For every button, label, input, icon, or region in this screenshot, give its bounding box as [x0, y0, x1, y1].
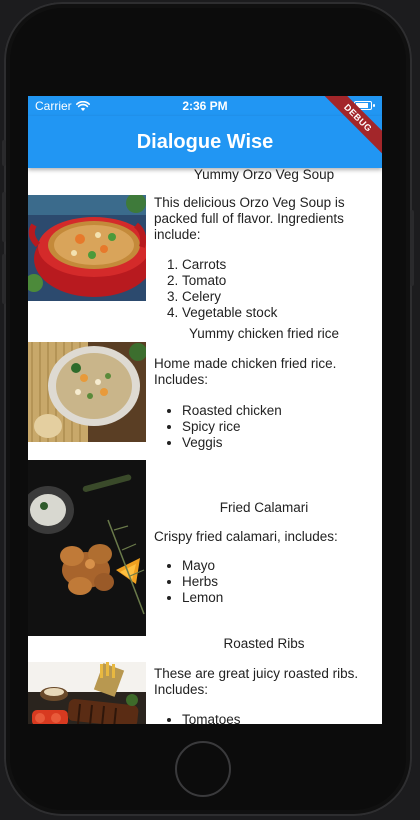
home-button[interactable]: [175, 741, 231, 797]
recipe-description: Crispy fried calamari, includes:: [154, 529, 338, 544]
chicken-fried-rice-image: [28, 342, 146, 442]
ingredient-item: Herbs: [182, 574, 223, 590]
recipe-list[interactable]: Yummy Orzo Veg Soup This delicious Orzo …: [28, 168, 382, 724]
fried-calamari-image: [28, 460, 146, 636]
recipe-description: Home made chicken fried rice. Includes:: [154, 356, 337, 387]
recipe-item-orzo-soup[interactable]: Yummy Orzo Veg Soup This delicious Orzo …: [28, 168, 382, 326]
recipe-description: These are great juicy roasted ribs. Incl…: [154, 666, 359, 697]
app-screen: Carrier 2:36 PM Dialogue Wise DEBUG Yumm…: [28, 96, 382, 724]
recipe-item-chicken-fried-rice[interactable]: Yummy chicken fried rice Home made chick…: [28, 326, 382, 456]
ingredient-item: Vegetable stock: [182, 305, 277, 321]
volume-up-button: [2, 192, 6, 242]
ingredient-item: Tomato: [182, 273, 277, 289]
roasted-ribs-image: [28, 662, 146, 724]
ingredient-item: Mayo: [182, 558, 223, 574]
recipe-title: Roasted Ribs: [223, 636, 305, 651]
ingredient-item: Veggis: [182, 435, 282, 451]
recipe-description: This delicious Orzo Veg Soup is packed f…: [154, 195, 345, 242]
ingredient-list: Carrots Tomato Celery Vegetable stock: [154, 257, 277, 321]
volume-down-button: [2, 254, 6, 304]
ingredient-item: Lemon: [182, 590, 223, 606]
recipe-item-roasted-ribs[interactable]: Roasted Ribs These are great juicy roast…: [28, 634, 382, 724]
ingredient-item: Roasted chicken: [182, 403, 282, 419]
ingredient-item: Spicy rice: [182, 419, 282, 435]
orzo-soup-image: [28, 195, 146, 301]
app-bar: Dialogue Wise: [28, 116, 382, 168]
recipe-item-fried-calamari[interactable]: Fried Calamari Crispy fried calamari, in…: [28, 456, 382, 636]
ingredient-item: Celery: [182, 289, 277, 305]
recipe-title: Yummy Orzo Veg Soup: [193, 168, 335, 182]
ingredient-list: Tomatoes: [154, 712, 241, 724]
ingredient-list: Mayo Herbs Lemon: [154, 558, 223, 606]
ingredient-item: Carrots: [182, 257, 277, 273]
recipe-title: Yummy chicken fried rice: [188, 326, 340, 341]
ingredient-item: Tomatoes: [182, 712, 241, 724]
mute-switch: [2, 140, 6, 166]
ingredient-list: Roasted chicken Spicy rice Veggis: [154, 403, 282, 451]
power-button: [410, 210, 414, 286]
recipe-title: Fried Calamari: [219, 500, 309, 515]
app-title: Dialogue Wise: [136, 130, 274, 153]
